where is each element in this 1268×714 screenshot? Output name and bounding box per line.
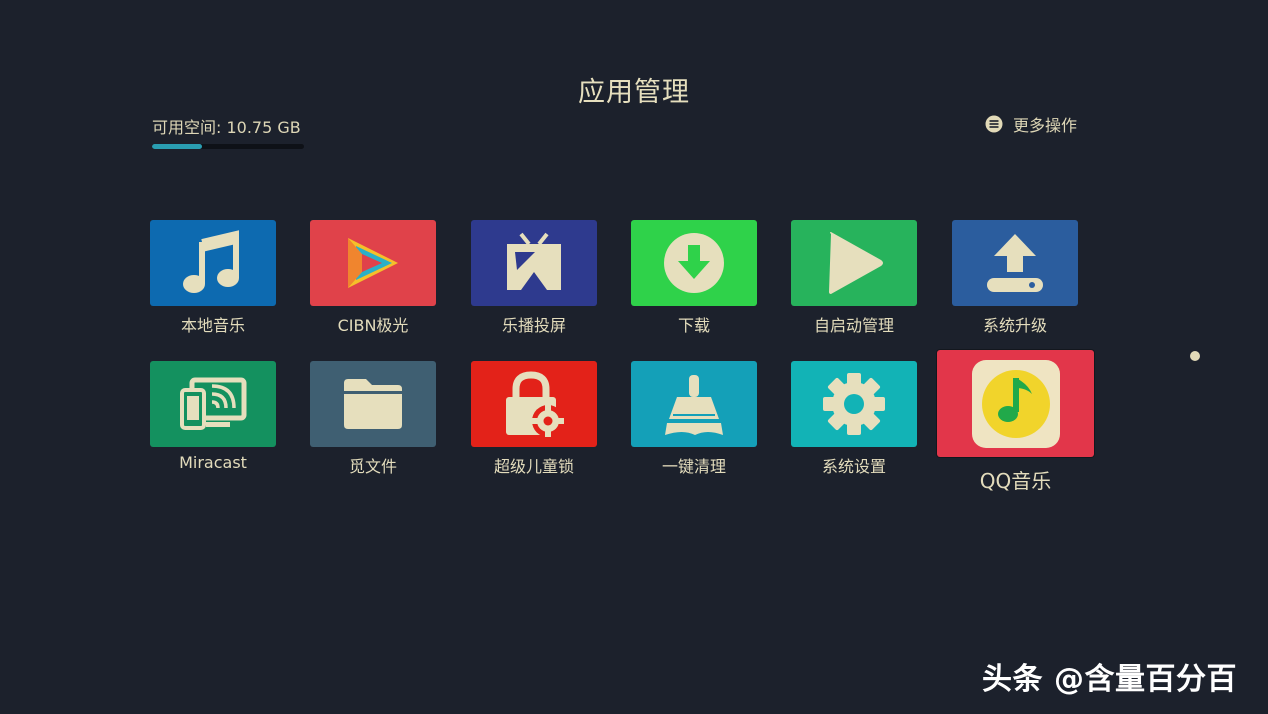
app-tile-label: 系统升级: [982, 316, 1047, 335]
app-tile-icon-box: [937, 350, 1094, 457]
app-tile-label: 下载: [677, 316, 710, 335]
app-tile-icon-box: [952, 220, 1078, 306]
app-tile-label: 一键清理: [661, 457, 726, 476]
app-tile-label: 乐播投屏: [501, 316, 566, 335]
app-tile-8[interactable]: 觅文件: [310, 361, 436, 477]
app-tile-6[interactable]: 系统升级: [952, 220, 1078, 336]
app-tile-icon-box: [791, 220, 917, 306]
cibn-logo-icon: [342, 232, 404, 294]
storage-bar: [152, 144, 304, 149]
storage-bar-fill: [152, 144, 203, 149]
play-icon: [823, 230, 885, 296]
app-tile-label: Miracast: [179, 453, 247, 472]
app-tile-icon-box: [150, 361, 276, 447]
app-tile-icon-box: [631, 361, 757, 447]
page-title: 应用管理: [578, 77, 690, 108]
app-tile-12[interactable]: QQ音乐: [937, 350, 1094, 494]
app-tile-7[interactable]: Miracast: [150, 361, 276, 472]
qq-music-icon: [970, 358, 1062, 450]
page-indicator-dot: [1190, 351, 1200, 361]
app-tile-icon-box: [471, 361, 597, 447]
app-tile-icon-box: [791, 361, 917, 447]
download-icon: [662, 231, 726, 295]
app-tile-label: 超级儿童锁: [493, 457, 574, 476]
app-tile-label: 觅文件: [348, 457, 397, 476]
app-manager-screen: 应用管理 可用空间: 10.75 GB 更多操作 本地音乐 CIBN极光 乐播投…: [0, 0, 1268, 714]
app-tile-label: QQ音乐: [979, 469, 1052, 493]
broom-icon: [663, 371, 725, 437]
lock-gear-icon: [500, 369, 568, 439]
gear-icon: [821, 371, 887, 437]
app-tile-icon-box: [310, 220, 436, 306]
app-tile-label: 本地音乐: [180, 316, 245, 335]
watermark: 头条 @含量百分百: [982, 662, 1237, 697]
app-tile-icon-box: [310, 361, 436, 447]
upgrade-icon: [984, 230, 1046, 296]
app-tile-label: 自启动管理: [813, 316, 894, 335]
app-tile-10[interactable]: 一键清理: [631, 361, 757, 477]
app-tile-label: CIBN极光: [337, 316, 409, 335]
app-tile-3[interactable]: 乐播投屏: [471, 220, 597, 336]
menu-circle-icon: [985, 115, 1003, 133]
app-tile-icon-box: [471, 220, 597, 306]
app-tile-2[interactable]: CIBN极光: [310, 220, 436, 336]
app-tile-1[interactable]: 本地音乐: [150, 220, 276, 336]
app-tile-9[interactable]: 超级儿童锁: [471, 361, 597, 477]
app-tile-label: 系统设置: [821, 457, 886, 476]
more-actions-button[interactable]: 更多操作: [985, 112, 1077, 136]
miracast-icon: [178, 374, 248, 434]
folder-icon: [340, 375, 406, 433]
music-note-icon: [178, 228, 248, 298]
storage-info: 可用空间: 10.75 GB: [152, 114, 304, 149]
app-tile-11[interactable]: 系统设置: [791, 361, 917, 477]
app-tile-4[interactable]: 下载: [631, 220, 757, 336]
tv-cast-icon: [501, 230, 567, 296]
app-tile-5[interactable]: 自启动管理: [791, 220, 917, 336]
storage-label: 可用空间: 10.75 GB: [152, 118, 301, 137]
app-tile-icon-box: [150, 220, 276, 306]
more-actions-label: 更多操作: [1013, 116, 1078, 135]
app-tile-icon-box: [631, 220, 757, 306]
